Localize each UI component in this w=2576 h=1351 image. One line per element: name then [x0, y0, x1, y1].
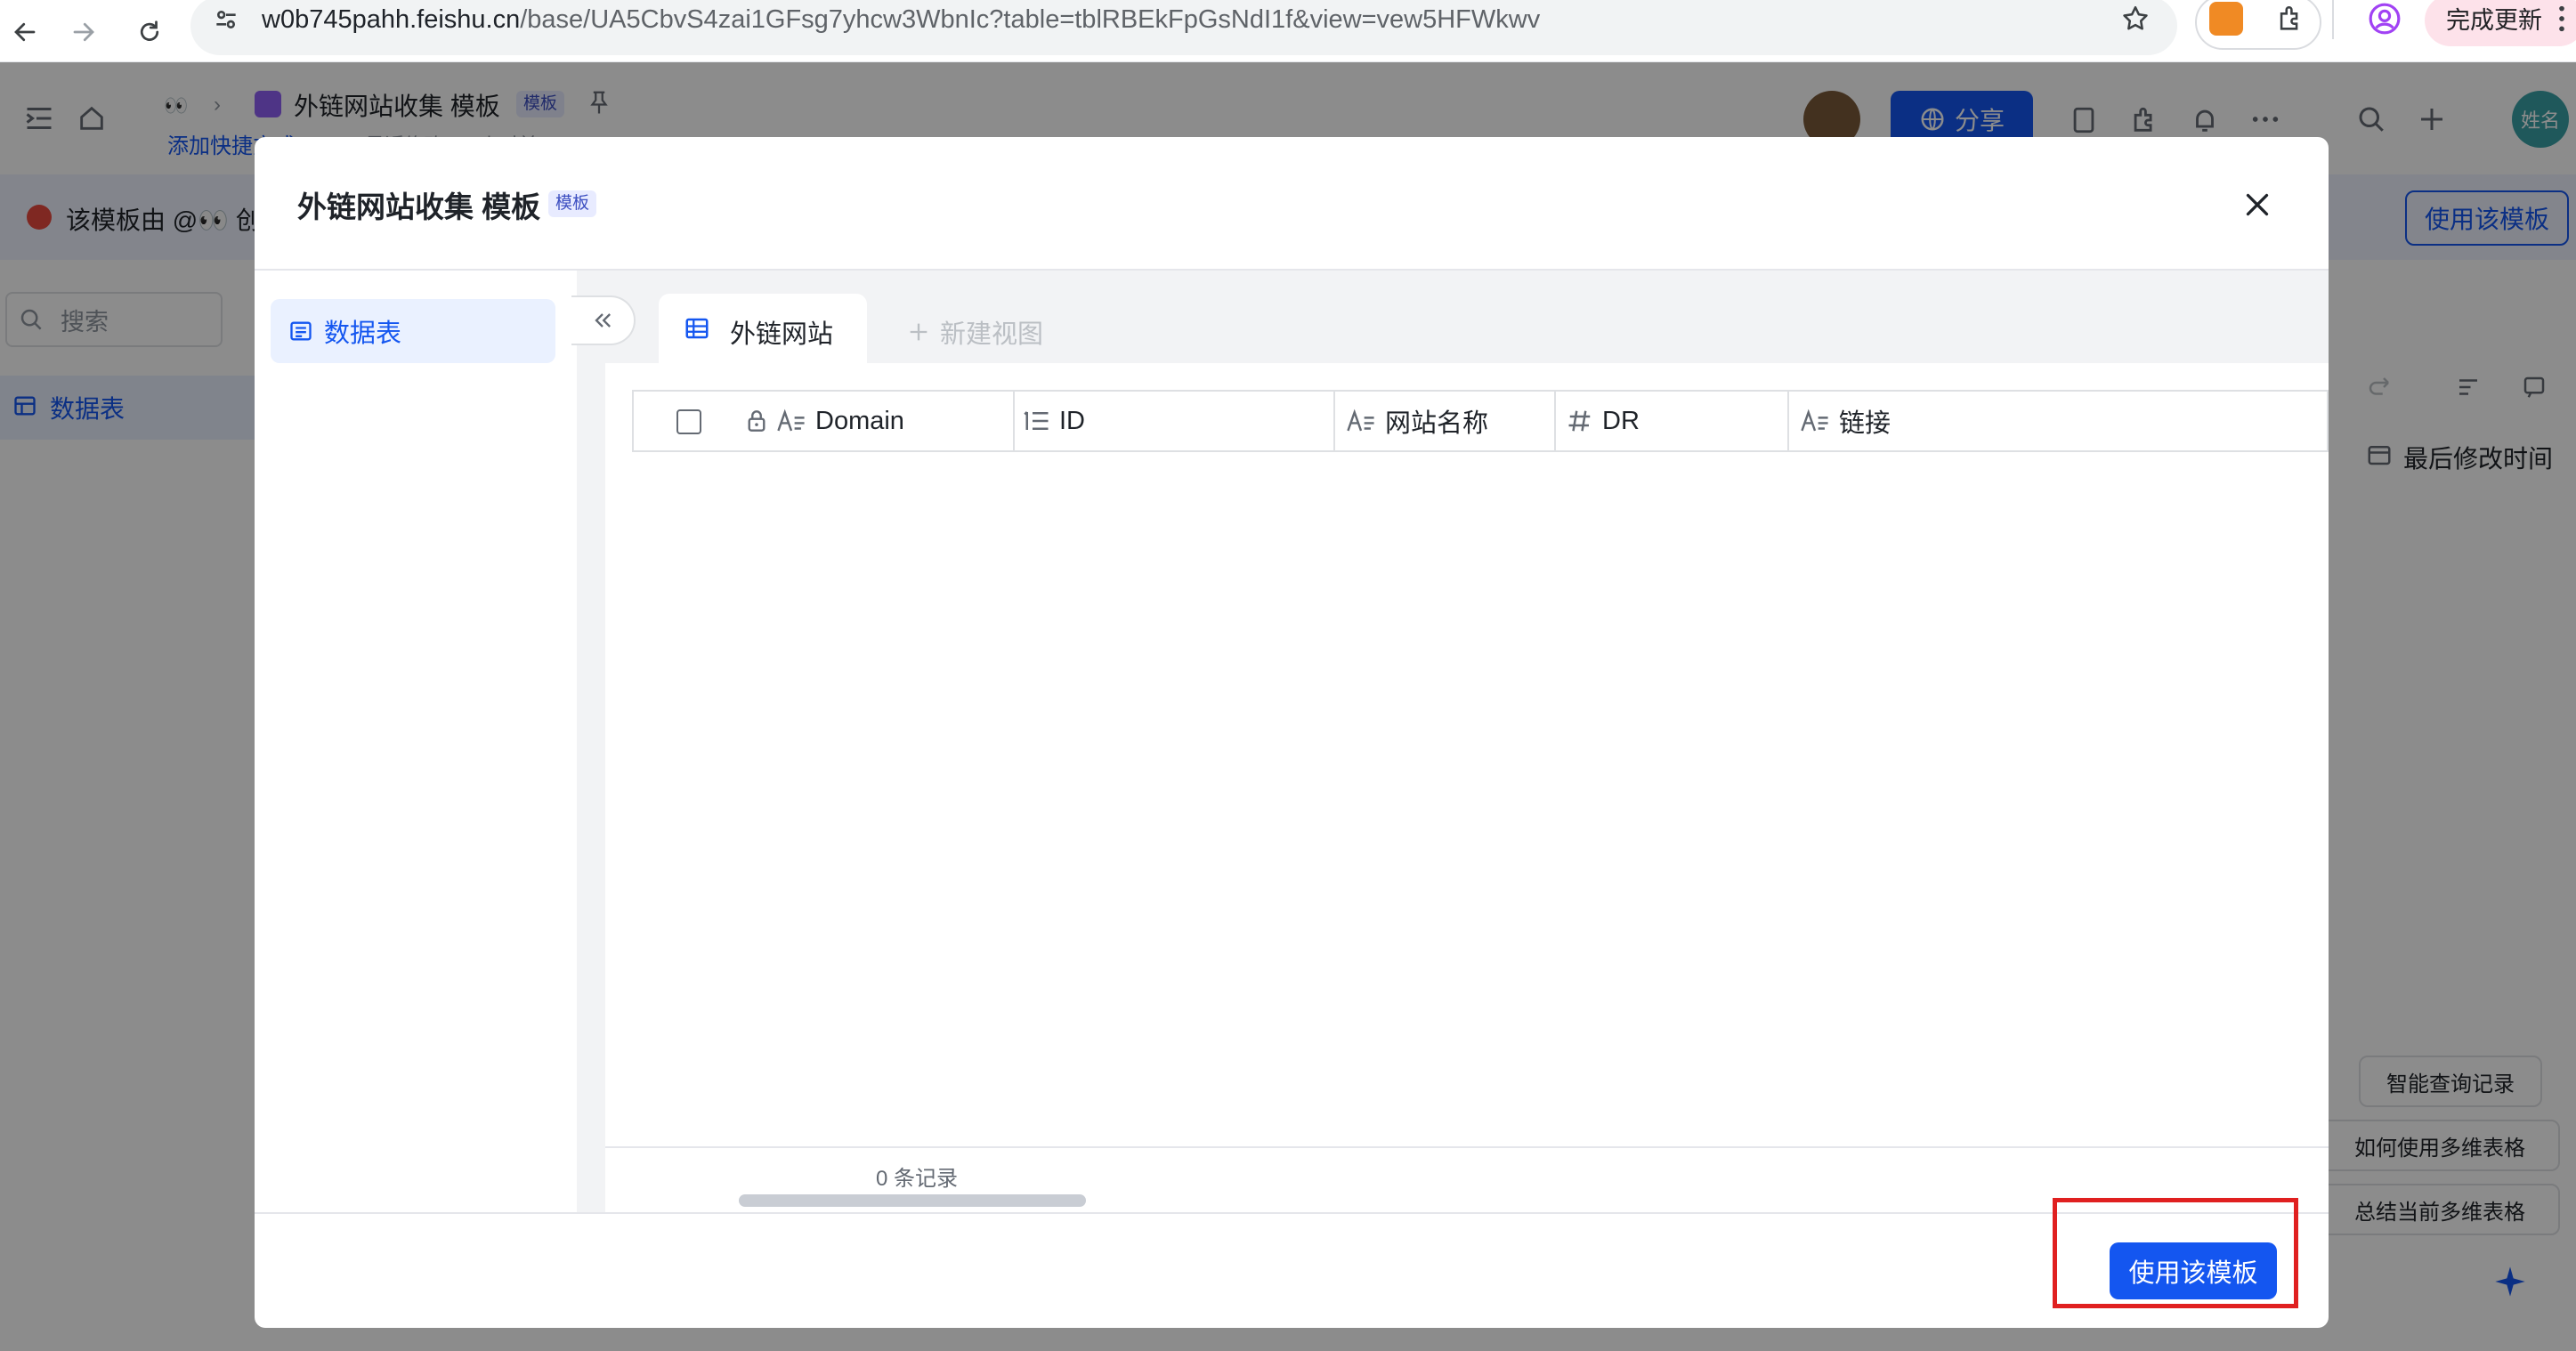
column-divider[interactable] — [1013, 390, 1015, 452]
grid-footer-divider — [605, 1146, 2329, 1148]
profile-icon[interactable] — [2368, 2, 2402, 36]
column-link[interactable]: 链接 — [1800, 390, 1891, 452]
autonumber-icon — [1024, 411, 1049, 430]
text-field-icon — [1347, 409, 1374, 432]
column-label: ID — [1059, 406, 1085, 435]
new-view-label: 新建视图 — [940, 320, 1044, 349]
modal-tag: 模板 — [548, 190, 597, 217]
modal-footer-divider — [255, 1212, 2329, 1214]
back-icon[interactable] — [0, 7, 50, 57]
column-label: 链接 — [1839, 409, 1891, 438]
close-icon — [2246, 193, 2269, 216]
site-settings-icon[interactable] — [212, 5, 240, 34]
text-field-icon — [1801, 409, 1828, 432]
column-dr[interactable]: DR — [1567, 390, 1640, 452]
highlight-box — [2053, 1198, 2298, 1308]
horizontal-scrollbar[interactable] — [739, 1194, 1086, 1207]
column-divider[interactable] — [1333, 390, 1335, 452]
text-field-icon — [777, 409, 805, 432]
template-preview-modal: 外链网站收集 模板 模板 数据表 外链网站 新建视图 Domain ID 网站名… — [255, 137, 2329, 1328]
star-icon[interactable] — [2120, 4, 2151, 34]
modal-title: 外链网站收集 模板 — [297, 190, 541, 223]
column-divider[interactable] — [1554, 390, 1556, 452]
grid-view-icon — [684, 315, 710, 342]
browser-toolbar: w0b745pahh.feishu.cn/base/UA5CbvS4zai1GF… — [0, 0, 2576, 62]
lock-icon — [748, 410, 766, 432]
reload-icon[interactable] — [125, 7, 174, 57]
number-field-icon — [1568, 410, 1591, 432]
url-path: /base/UA5CbvS4zai1GFsg7yhcw3WbnIc?table=… — [520, 5, 1541, 34]
modal-table-icon — [288, 319, 313, 344]
grid-panel — [605, 363, 2329, 1212]
column-site-name[interactable]: 网站名称 — [1346, 390, 1488, 452]
extension-icon[interactable] — [2209, 2, 2243, 36]
url-domain: w0b745pahh.feishu.cn — [262, 5, 521, 34]
more-icon[interactable] — [2556, 4, 2567, 34]
double-chevron-left-icon — [595, 313, 611, 328]
column-label: 网站名称 — [1385, 409, 1489, 438]
puzzle-icon[interactable] — [2275, 4, 2305, 34]
collapse-sidebar-button[interactable] — [571, 295, 636, 345]
modal-sidebar-item-datatable[interactable]: 数据表 — [271, 299, 555, 363]
forward-icon[interactable] — [59, 7, 109, 57]
column-divider[interactable] — [1787, 390, 1789, 452]
close-button[interactable] — [2234, 182, 2280, 228]
new-view-button[interactable]: 新建视图 — [906, 313, 1043, 351]
record-count: 0 条记录 — [876, 1167, 959, 1191]
url-text[interactable]: w0b745pahh.feishu.cn/base/UA5CbvS4zai1GF… — [262, 4, 1540, 36]
select-all-checkbox[interactable] — [676, 409, 701, 434]
toolbar-divider — [2332, 0, 2334, 39]
column-id[interactable]: ID — [1024, 390, 1085, 452]
column-domain[interactable]: Domain — [746, 390, 904, 452]
column-label: DR — [1602, 406, 1640, 435]
update-button[interactable]: 完成更新 — [2425, 0, 2576, 46]
plus-icon — [910, 323, 928, 341]
modal-sidebar — [255, 271, 577, 1212]
column-label: Domain — [815, 406, 904, 435]
